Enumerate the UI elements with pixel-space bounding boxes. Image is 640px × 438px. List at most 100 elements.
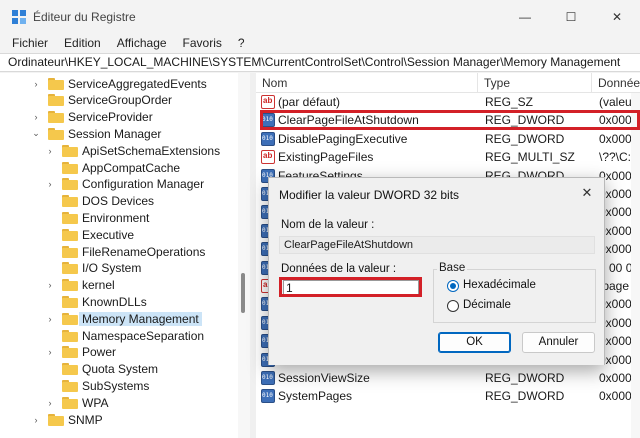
folder-icon (62, 144, 78, 157)
tree-item[interactable]: › ServiceProvider (30, 109, 153, 126)
tree-item[interactable]: SubSystems (44, 377, 149, 394)
tree-item[interactable]: KnownDLLs (44, 293, 147, 310)
tree-item-label: Configuration Manager (82, 177, 205, 192)
folder-icon (62, 295, 78, 308)
binary-value-icon (261, 131, 275, 146)
tree-item-label: Executive (82, 227, 135, 242)
tree-item[interactable]: Quota System (44, 361, 158, 378)
tree-item-label: Environment (82, 210, 150, 225)
column-header-name[interactable]: Nom (256, 73, 478, 93)
radio-hexadecimal[interactable] (447, 280, 459, 292)
string-value-icon (261, 95, 275, 109)
folder-icon (62, 346, 78, 359)
chevron-icon[interactable]: › (44, 279, 56, 291)
tree-item-label: ServiceGroupOrder (68, 93, 173, 108)
dialog-close-button[interactable]: ✕ (575, 182, 599, 204)
menu-help[interactable]: ? (230, 36, 253, 50)
tree-item[interactable]: DOS Devices (44, 193, 154, 210)
menu-fichier[interactable]: Fichier (4, 36, 56, 50)
edit-dword-dialog: Modifier la valeur DWORD 32 bits ✕ Nom d… (268, 177, 605, 365)
tree-item[interactable]: › SNMP (30, 411, 103, 428)
cancel-button[interactable]: Annuler (522, 332, 595, 353)
folder-icon (48, 127, 64, 140)
tree-item-label: Quota System (82, 362, 159, 377)
tree-pane[interactable]: › ServiceAggregatedEvents ServiceGroupOrde… (0, 73, 250, 438)
tree-scrollbar[interactable] (238, 73, 250, 438)
value-row[interactable]: (par défaut)REG_SZ(valeur (256, 93, 640, 111)
value-data-label: Données de la valeur : (281, 263, 397, 275)
tree-item[interactable]: I/O System (44, 260, 141, 277)
tree-scrollbar-thumb[interactable] (241, 273, 245, 313)
radio-hexadecimal-label[interactable]: Hexadécimale (463, 279, 536, 291)
value-name: ExistingPageFiles (278, 150, 374, 165)
tree-item[interactable]: Executive (44, 226, 134, 243)
folder-icon (62, 245, 78, 258)
close-button[interactable]: ✕ (594, 0, 640, 34)
tree-item-label: SubSystems (82, 378, 150, 393)
tree-item[interactable]: AppCompatCache (44, 159, 180, 176)
tree-item-label: NamespaceSeparation (82, 328, 205, 343)
tree-item-label: WPA (82, 395, 109, 410)
column-header-data[interactable]: Donnée (592, 73, 640, 93)
value-name: SessionViewSize (278, 371, 370, 385)
chevron-icon[interactable]: › (44, 145, 56, 157)
value-name-field: ClearPageFileAtShutdown (279, 236, 595, 254)
chevron-icon[interactable]: › (30, 78, 42, 90)
value-type: REG_DWORD (485, 389, 565, 404)
binary-value-icon (261, 389, 275, 404)
radio-decimal-label[interactable]: Décimale (463, 299, 511, 311)
highlight-box-clearpagefile-row (260, 110, 640, 130)
menu-favoris[interactable]: Favoris (175, 36, 230, 50)
value-name: SystemPages (278, 389, 353, 404)
maximize-icon: ☐ (565, 10, 577, 24)
address-bar[interactable]: Ordinateur\HKEY_LOCAL_MACHINE\SYSTEM\Cur… (0, 53, 640, 72)
tree-item-label: Memory Management (79, 311, 202, 326)
chevron-icon[interactable]: ⌄ (30, 128, 42, 140)
tree-item[interactable]: › ApiSetSchemaExtensions (44, 142, 221, 159)
menu-affichage[interactable]: Affichage (109, 36, 175, 50)
minimize-button[interactable]: — (502, 0, 548, 34)
tree-item[interactable]: Environment (44, 209, 149, 226)
tree-item[interactable]: › kernel (44, 277, 115, 294)
value-row[interactable]: DisablePagingExecutiveREG_DWORD0x0000 (256, 130, 640, 148)
base-group (433, 269, 596, 323)
tree-item-label: ServiceAggregatedEvents (68, 76, 207, 91)
folder-icon (62, 161, 78, 174)
tree-item-label: FileRenameOperations (82, 244, 206, 259)
tree-item[interactable]: › Memory Management (44, 310, 202, 327)
value-type: REG_DWORD (485, 131, 565, 146)
tree-item[interactable]: › ServiceAggregatedEvents (30, 75, 207, 92)
column-header-type[interactable]: Type (478, 73, 592, 93)
value-name-label: Nom de la valeur : (281, 219, 375, 231)
value-type: REG_MULTI_SZ (485, 150, 575, 165)
value-row[interactable]: ExistingPageFilesREG_MULTI_SZ\??\C:\ (256, 148, 640, 166)
tree-item[interactable]: › WPA (44, 394, 109, 411)
chevron-icon[interactable]: › (44, 346, 56, 358)
value-name: (par défaut) (278, 95, 341, 109)
tree-item[interactable]: › Power (44, 344, 117, 361)
tree-item[interactable]: ServiceGroupOrder (30, 92, 172, 109)
folder-icon (62, 262, 78, 275)
value-row[interactable]: SessionViewSizeREG_DWORD0x0000 (256, 369, 640, 387)
chevron-icon[interactable]: › (44, 397, 56, 409)
chevron-icon[interactable]: › (30, 414, 42, 426)
ok-button[interactable]: OK (438, 332, 511, 353)
chevron-icon[interactable]: › (44, 178, 56, 190)
tree-item[interactable]: FileRenameOperations (44, 243, 205, 260)
tree-item[interactable]: ⌄ Session Manager (30, 125, 161, 142)
chevron-icon[interactable]: › (30, 111, 42, 123)
tree-item[interactable]: › Configuration Manager (44, 176, 205, 193)
maximize-button[interactable]: ☐ (548, 0, 594, 34)
tree-item-label: Session Manager (68, 126, 162, 141)
radio-decimal[interactable] (447, 300, 459, 312)
folder-icon (62, 279, 78, 292)
tree-item[interactable]: NamespaceSeparation (44, 327, 204, 344)
list-scrollbar[interactable] (631, 93, 640, 438)
chevron-icon[interactable]: › (44, 313, 56, 325)
value-row[interactable]: SystemPagesREG_DWORD0x0000 (256, 387, 640, 405)
menu-edition[interactable]: Edition (56, 36, 109, 50)
